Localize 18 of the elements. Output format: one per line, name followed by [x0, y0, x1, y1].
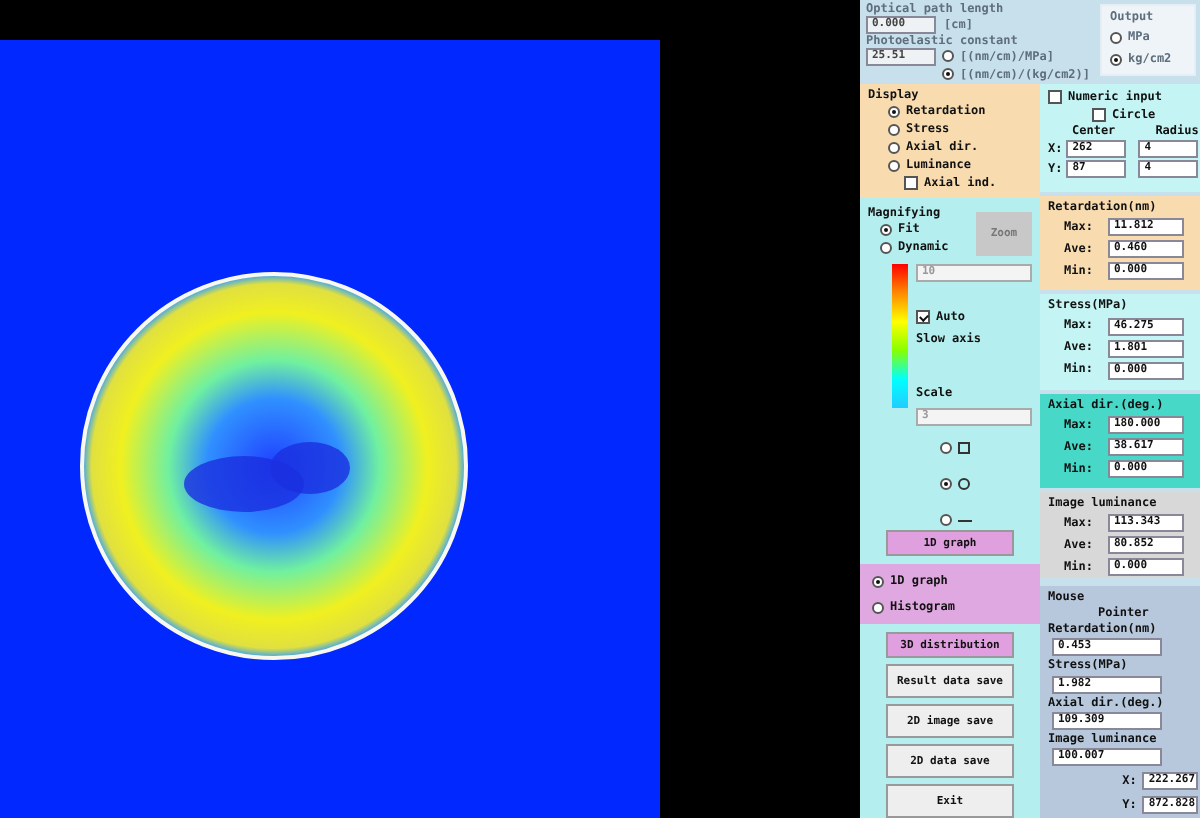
display-radio[interactable]: [888, 141, 900, 154]
marker-radio[interactable]: [940, 514, 952, 527]
display-radio[interactable]: [888, 105, 900, 118]
axial-ind-checkbox[interactable]: [904, 176, 918, 191]
marker-radio[interactable]: [940, 442, 952, 455]
auto-checkbox[interactable]: [916, 310, 930, 325]
circle-icon: [958, 478, 970, 491]
square-icon: [958, 442, 970, 455]
magnify-radio[interactable]: [880, 223, 892, 236]
line-icon: [958, 517, 972, 524]
circle-checkbox[interactable]: [1092, 108, 1106, 122]
graph-mode-radio[interactable]: [872, 601, 884, 613]
magnify-radio[interactable]: [880, 241, 892, 254]
display-radio[interactable]: [888, 159, 900, 172]
numeric-input-checkbox[interactable]: [1048, 90, 1062, 104]
graph-mode-radio[interactable]: [872, 575, 884, 587]
display-radio[interactable]: [888, 123, 900, 136]
marker-radio[interactable]: [940, 478, 952, 491]
